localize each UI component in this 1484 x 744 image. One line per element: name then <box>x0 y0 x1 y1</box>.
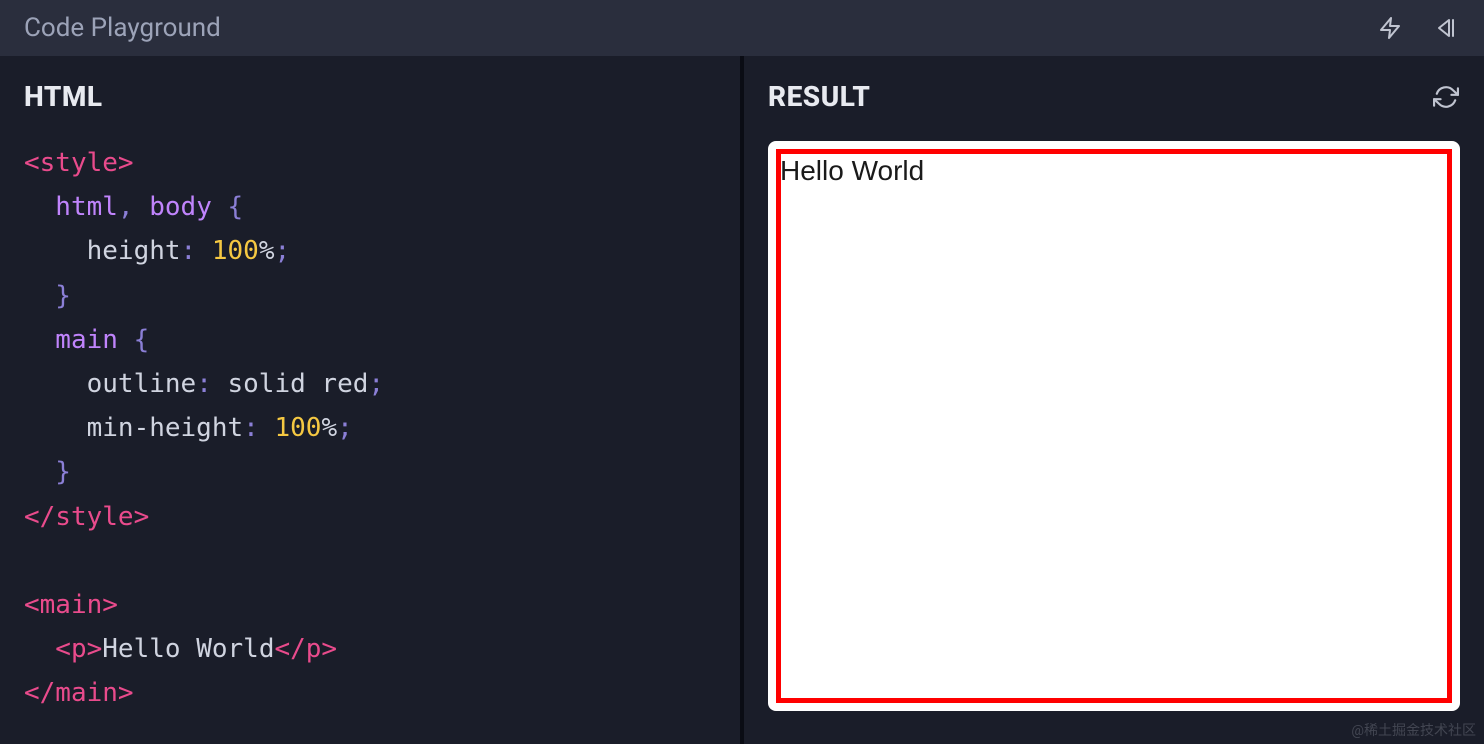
app-header: Code Playground <box>0 0 1484 56</box>
code-token: 100 <box>274 413 321 443</box>
refresh-icon[interactable] <box>1432 83 1460 111</box>
code-token: body <box>149 192 227 222</box>
main-content: HTML <style> html, body { height: 100%; … <box>0 56 1484 744</box>
code-token: <main> <box>24 590 118 620</box>
result-preview: Hello World <box>778 151 1450 701</box>
code-token: solid red <box>228 369 369 399</box>
code-panel-header: HTML <box>24 80 716 113</box>
result-text: Hello World <box>778 151 1450 191</box>
code-token: { <box>134 325 150 355</box>
code-token: </style> <box>24 502 149 532</box>
reset-icon[interactable] <box>1432 14 1460 42</box>
result-panel: RESULT Hello World @稀土掘金技术社区 <box>742 56 1484 744</box>
code-token: } <box>24 457 71 487</box>
code-token: : <box>243 413 274 443</box>
code-token: % <box>259 236 275 266</box>
code-token: % <box>321 413 337 443</box>
watermark: @稀土掘金技术社区 <box>1351 720 1476 740</box>
code-token: } <box>24 281 71 311</box>
code-token: min-height <box>24 413 243 443</box>
code-token: Hello World <box>102 634 274 664</box>
app-title: Code Playground <box>24 13 221 43</box>
code-token: main <box>24 325 134 355</box>
header-actions <box>1376 14 1460 42</box>
code-token: ; <box>337 413 353 443</box>
code-editor[interactable]: <style> html, body { height: 100%; } mai… <box>24 141 716 715</box>
code-token: : <box>181 236 212 266</box>
code-token: <p> <box>24 634 102 664</box>
code-token: </main> <box>24 678 134 708</box>
result-panel-title: RESULT <box>768 80 870 113</box>
code-token: </p> <box>274 634 337 664</box>
code-token: html <box>24 192 118 222</box>
code-panel-title: HTML <box>24 80 103 113</box>
code-token: <style> <box>24 148 134 178</box>
code-token: , <box>118 192 149 222</box>
lightning-icon[interactable] <box>1376 14 1404 42</box>
code-panel: HTML <style> html, body { height: 100%; … <box>0 56 742 744</box>
code-token: ; <box>274 236 290 266</box>
code-token: 100 <box>212 236 259 266</box>
code-token: outline <box>24 369 196 399</box>
code-token: ; <box>368 369 384 399</box>
result-frame: Hello World <box>768 141 1460 711</box>
code-token: { <box>228 192 244 222</box>
code-token: : <box>196 369 227 399</box>
code-token: height <box>24 236 181 266</box>
result-panel-header: RESULT <box>768 80 1460 113</box>
